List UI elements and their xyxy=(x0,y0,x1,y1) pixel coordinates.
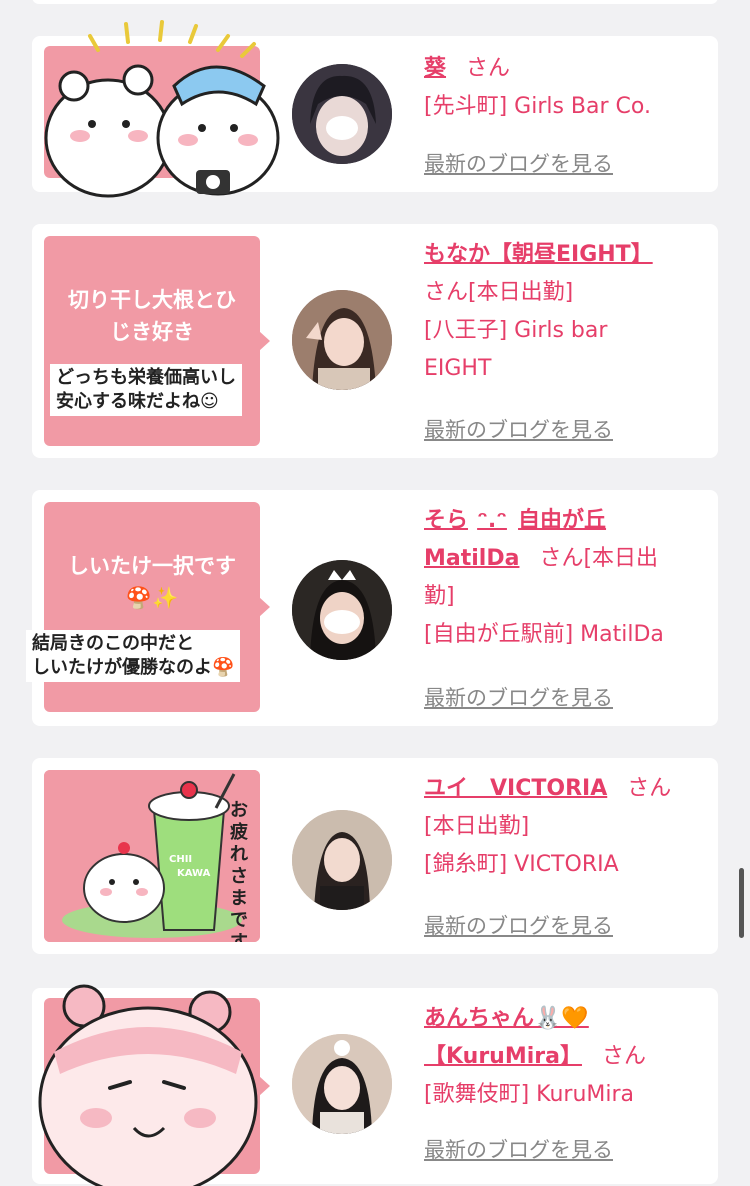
card-info: そら ᵔ.ᵔ 自由が丘 MatilDa さん[本日出 勤] [自由が丘駅前] Ma… xyxy=(424,502,694,654)
cast-name-link-shop[interactable]: 【KuruMira】 xyxy=(424,1044,582,1069)
status-label: 勤] xyxy=(424,584,455,609)
cast-name-link[interactable]: 葵 xyxy=(424,56,446,81)
shop-label: [先斗町] Girls Bar Co. xyxy=(424,94,651,119)
honorific: さん xyxy=(627,776,672,801)
cast-name-emoticon: ᵔ.ᵔ xyxy=(477,508,507,533)
avatar-image xyxy=(292,560,392,660)
blog-list-page: 葵さん [先斗町] Girls Bar Co. 最新のブログを見る 切り干し大根… xyxy=(0,0,750,1186)
cast-name-link[interactable]: ユイ VICTORIA xyxy=(424,776,607,801)
thumbnail-subcaption: 結局きのこの中だと しいたけが優勝なのよ🍄 xyxy=(26,630,241,682)
avatar[interactable] xyxy=(292,810,392,910)
sticker-image xyxy=(44,770,260,942)
latest-blog-link[interactable]: 最新のブログを見る xyxy=(424,682,613,712)
cast-name-link-shop[interactable]: MatilDa xyxy=(424,546,519,571)
list-item[interactable]: しいたけ一択です 🍄✨ 結局きのこの中だと しいたけが優勝なのよ🍄 そら ᵔ.ᵔ… xyxy=(26,490,718,726)
shop-label: [錦糸町] VICTORIA xyxy=(424,852,619,877)
thumbnail-caption: 切り干し大根とひ じき好き xyxy=(68,288,236,344)
thumbnail-subcaption: どっちも栄養価高いし 安心する味だよね☺ xyxy=(50,364,242,416)
card-info: 葵さん [先斗町] Girls Bar Co. xyxy=(424,50,694,126)
cast-name-link[interactable]: そら xyxy=(424,508,468,533)
shop-label: [自由が丘駅前] MatilDa xyxy=(424,622,664,647)
thumbnail-caption: しいたけ一択です 🍄✨ xyxy=(68,554,236,610)
bubble-tail xyxy=(259,597,270,617)
list-item[interactable]: CHII KAWA お疲れさまです ユイ VICTORIA さん [本日出勤] [… xyxy=(32,758,718,954)
avatar[interactable] xyxy=(292,64,392,164)
cast-name-link[interactable]: あんちゃん🐰🧡 xyxy=(424,1006,589,1031)
list-item[interactable]: 切り干し大根とひ じき好き どっちも栄養価高いし 安心する味だよね☺ もなか【朝… xyxy=(32,224,718,458)
avatar-image xyxy=(292,1034,392,1134)
avatar[interactable] xyxy=(292,290,392,390)
post-thumbnail[interactable]: 切り干し大根とひ じき好き どっちも栄養価高いし 安心する味だよね☺ xyxy=(44,236,270,446)
shop-label: [八王子] Girls bar xyxy=(424,318,608,343)
shop-label: [歌舞伎町] KuruMira xyxy=(424,1082,635,1107)
scrollbar[interactable] xyxy=(739,868,744,938)
honorific: さん[本日出 xyxy=(539,546,659,571)
avatar-image xyxy=(292,290,392,390)
sticker-text: お疲れさまです xyxy=(230,800,248,942)
honorific: さん xyxy=(601,1044,646,1069)
cast-name-link-area[interactable]: 自由が丘 xyxy=(518,508,606,533)
honorific: さん xyxy=(466,56,511,81)
latest-blog-link[interactable]: 最新のブログを見る xyxy=(424,1134,613,1164)
card-info: もなか【朝昼EIGHT】 さん[本日出勤] [八王子] Girls bar EI… xyxy=(424,236,694,388)
latest-blog-link[interactable]: 最新のブログを見る xyxy=(424,414,613,444)
cast-name-link[interactable]: もなか【朝昼EIGHT】 xyxy=(424,242,653,267)
post-thumbnail[interactable]: CHII KAWA お疲れさまです xyxy=(44,770,260,942)
card-info: ユイ VICTORIA さん [本日出勤] [錦糸町] VICTORIA xyxy=(424,770,694,884)
latest-blog-link[interactable]: 最新のブログを見る xyxy=(424,910,613,940)
avatar-image xyxy=(292,64,392,164)
sticker-label-cup-2: KAWA xyxy=(177,868,211,879)
honorific: さん[本日出勤] xyxy=(424,280,574,305)
bubble-tail xyxy=(259,331,270,351)
card-info: あんちゃん🐰🧡 【KuruMira】 さん [歌舞伎町] KuruMira xyxy=(424,1000,694,1114)
shop-label-cont: EIGHT xyxy=(424,356,492,381)
latest-blog-link[interactable]: 最新のブログを見る xyxy=(424,148,613,178)
avatar-image xyxy=(292,810,392,910)
sticker-label-cup: CHII xyxy=(169,854,193,865)
status-label: [本日出勤] xyxy=(424,814,530,839)
avatar[interactable] xyxy=(292,1034,392,1134)
pink-bear-sticker-overlay xyxy=(38,984,258,1186)
post-thumbnail[interactable]: しいたけ一択です 🍄✨ 結局きのこの中だと しいたけが優勝なのよ🍄 xyxy=(26,502,270,712)
bear-sticker-overlay xyxy=(44,20,280,198)
previous-card-stub xyxy=(32,0,718,4)
avatar[interactable] xyxy=(292,560,392,660)
